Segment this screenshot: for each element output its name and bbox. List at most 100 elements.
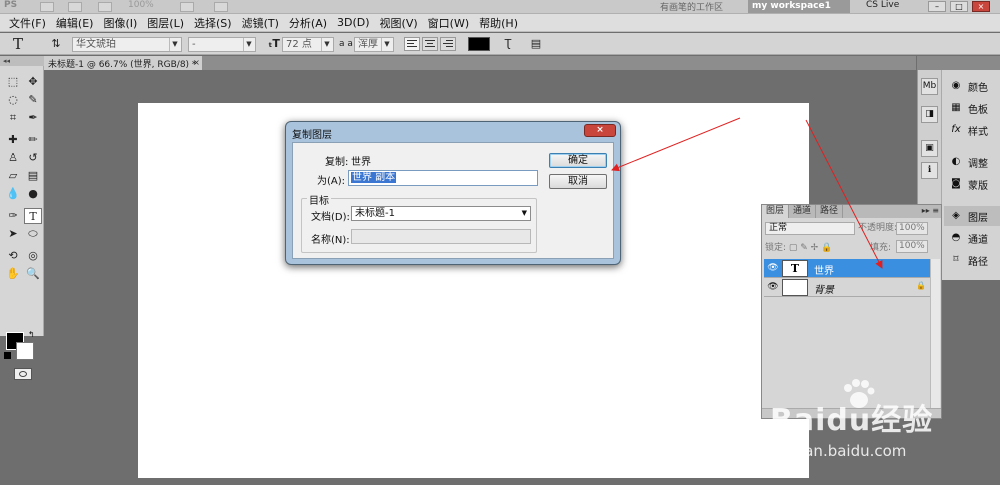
close-tab-icon[interactable]: × — [192, 58, 201, 67]
name-input[interactable] — [351, 229, 531, 244]
move-tool[interactable]: ✥ — [24, 74, 42, 90]
text-orientation-icon[interactable]: ⇅ — [48, 37, 64, 51]
menu-file[interactable]: 文件(F) — [4, 15, 51, 31]
align-right-button[interactable] — [440, 37, 456, 51]
bridge-icon[interactable] — [40, 2, 54, 12]
font-size-select[interactable]: 72 点 ▼ — [282, 37, 334, 52]
arrange-documents-icon[interactable] — [180, 2, 194, 12]
tab-channels[interactable]: 通道 — [789, 205, 817, 218]
layers-scrollbar[interactable] — [930, 259, 940, 409]
brush-tool[interactable]: ✏ — [24, 132, 42, 148]
menu-3d[interactable]: 3D(D) — [332, 16, 375, 29]
3d-orbit-tool[interactable]: ◎ — [24, 248, 42, 264]
adjustments-panel-label: 调整 — [968, 158, 988, 170]
quick-mask-button[interactable] — [14, 368, 32, 380]
zoom-level[interactable]: 100% — [128, 0, 154, 10]
styles-panel-button[interactable]: fx 样式 — [944, 120, 1000, 140]
quick-select-tool[interactable]: ✎ — [24, 92, 42, 108]
document-tab[interactable]: 未标题-1 @ 66.7% (世界, RGB/8) * — [44, 56, 202, 70]
navigator-panel-icon[interactable]: ◨ — [921, 106, 938, 123]
warp-text-icon[interactable]: Ʈ — [500, 37, 516, 51]
dialog-close-button[interactable]: × — [584, 124, 616, 137]
tab-layers[interactable]: 图层 — [762, 205, 790, 218]
font-family-select[interactable]: 华文琥珀 ▼ — [72, 37, 182, 52]
swap-colors-icon[interactable]: ↰ — [28, 330, 35, 339]
options-bar: T ⇅ 华文琥珀 ▼ - ▼ ₜT 72 点 ▼ a a 浑厚 ▼ Ʈ ▤ — [0, 33, 1000, 55]
panel-menu-icon[interactable]: ▸▸ ≡ — [922, 206, 939, 215]
history-brush-tool[interactable]: ↺ — [24, 150, 42, 166]
pen-tool[interactable]: ✑ — [4, 208, 22, 224]
menu-analysis[interactable]: 分析(A) — [284, 15, 332, 31]
menu-filter[interactable]: 滤镜(T) — [237, 15, 284, 31]
menu-window[interactable]: 窗口(W) — [423, 15, 474, 31]
layers-panel-button[interactable]: ◈ 图层 — [944, 206, 1000, 226]
document-select[interactable]: 未标题-1 ▼ — [351, 206, 531, 221]
masks-panel-button[interactable]: ◙ 蒙版 — [944, 174, 1000, 194]
layer-row-world[interactable]: 👁 T 世界 — [764, 259, 938, 278]
character-panel-icon[interactable]: ▤ — [528, 37, 544, 51]
menu-layer[interactable]: 图层(L) — [142, 15, 189, 31]
info-panel-icon[interactable]: ℹ — [921, 162, 938, 179]
marquee-tool[interactable]: ⬚ — [4, 74, 22, 90]
tab-paths[interactable]: 路径 — [816, 205, 844, 218]
collapse-arrow-icon[interactable]: ◂◂ — [0, 56, 44, 66]
color-panel-button[interactable]: ◉ 颜色 — [944, 76, 1000, 96]
tools-panel: ◂◂ ⬚ ✥ ◌ ✎ ⌗ ✒ ✚ ✏ ♙ ↺ ▱ ▤ 💧 ● ✑ T ➤ ⬭ ⟲ ◎ ✋ 🔍 ↰ — [0, 56, 44, 380]
font-style-select[interactable]: - ▼ — [188, 37, 256, 52]
mini-bridge-panel-icon[interactable]: Mb — [921, 78, 938, 95]
swatches-panel-button[interactable]: ▦ 色板 — [944, 98, 1000, 118]
screen-mode-icon[interactable] — [214, 2, 228, 12]
default-colors-icon[interactable] — [4, 352, 11, 359]
opacity-field[interactable]: 100% — [896, 222, 928, 235]
close-window-button[interactable]: × — [972, 1, 990, 12]
menu-select[interactable]: 选择(S) — [189, 15, 237, 31]
healing-tool[interactable]: ✚ — [4, 132, 22, 148]
blur-tool[interactable]: 💧 — [4, 186, 22, 202]
fill-field[interactable]: 100% — [896, 240, 928, 253]
as-name-input[interactable]: 世界 副本 — [348, 170, 538, 186]
channels-panel-button[interactable]: ◓ 通道 — [944, 228, 1000, 248]
shape-tool[interactable]: ⬭ — [24, 226, 42, 242]
ok-button[interactable]: 确定 — [549, 153, 607, 168]
hand-tool[interactable]: ✋ — [4, 266, 22, 282]
stamp-tool[interactable]: ♙ — [4, 150, 22, 166]
tool-preset-icon[interactable]: T — [10, 37, 26, 52]
type-tool[interactable]: T — [24, 208, 42, 224]
text-color-swatch[interactable] — [468, 37, 490, 51]
crop-tool[interactable]: ⌗ — [4, 110, 22, 126]
minimize-button[interactable]: – — [928, 1, 946, 12]
menu-image[interactable]: 图像(I) — [98, 15, 142, 31]
align-center-button[interactable] — [422, 37, 438, 51]
align-left-button[interactable] — [404, 37, 420, 51]
eraser-tool[interactable]: ▱ — [4, 168, 22, 184]
dodge-tool[interactable]: ● — [24, 186, 42, 202]
lasso-tool[interactable]: ◌ — [4, 92, 22, 108]
eye-icon[interactable]: 👁 — [767, 282, 779, 292]
path-select-tool[interactable]: ➤ — [4, 226, 22, 242]
menu-edit[interactable]: 编辑(E) — [51, 15, 99, 31]
3d-rotate-tool[interactable]: ⟲ — [4, 248, 22, 264]
adjustments-panel-button[interactable]: ◐ 调整 — [944, 152, 1000, 172]
eyedropper-tool[interactable]: ✒ — [24, 110, 42, 126]
histogram-panel-icon[interactable]: ▣ — [921, 140, 938, 157]
paths-panel-button[interactable]: ⌑ 路径 — [944, 250, 1000, 270]
blend-mode-select[interactable]: 正常 — [765, 222, 855, 235]
dialog-title: 复制图层 — [292, 130, 332, 141]
menu-view[interactable]: 视图(V) — [375, 15, 423, 31]
background-color-swatch[interactable] — [16, 342, 34, 360]
zoom-tool[interactable]: 🔍 — [24, 266, 42, 282]
restore-button[interactable]: □ — [950, 1, 968, 12]
eye-icon[interactable]: 👁 — [767, 263, 779, 273]
mini-bridge-icon[interactable] — [68, 2, 82, 12]
font-size-icon: ₜT — [268, 37, 280, 50]
cs-live-button[interactable]: CS Live — [866, 0, 899, 10]
view-extras-icon[interactable] — [98, 2, 112, 12]
lock-controls[interactable]: 锁定: ▢ ✎ ✢ 🔒 — [765, 240, 832, 253]
workspace-label[interactable]: 有画笔的工作区 — [660, 0, 723, 13]
workspace-button[interactable]: my workspace1 — [748, 0, 850, 13]
antialias-select[interactable]: 浑厚 ▼ — [354, 37, 394, 52]
cancel-button[interactable]: 取消 — [549, 174, 607, 189]
gradient-tool[interactable]: ▤ — [24, 168, 42, 184]
menu-help[interactable]: 帮助(H) — [474, 15, 523, 31]
layer-row-background[interactable]: 👁 背景 🔒 — [764, 278, 938, 297]
